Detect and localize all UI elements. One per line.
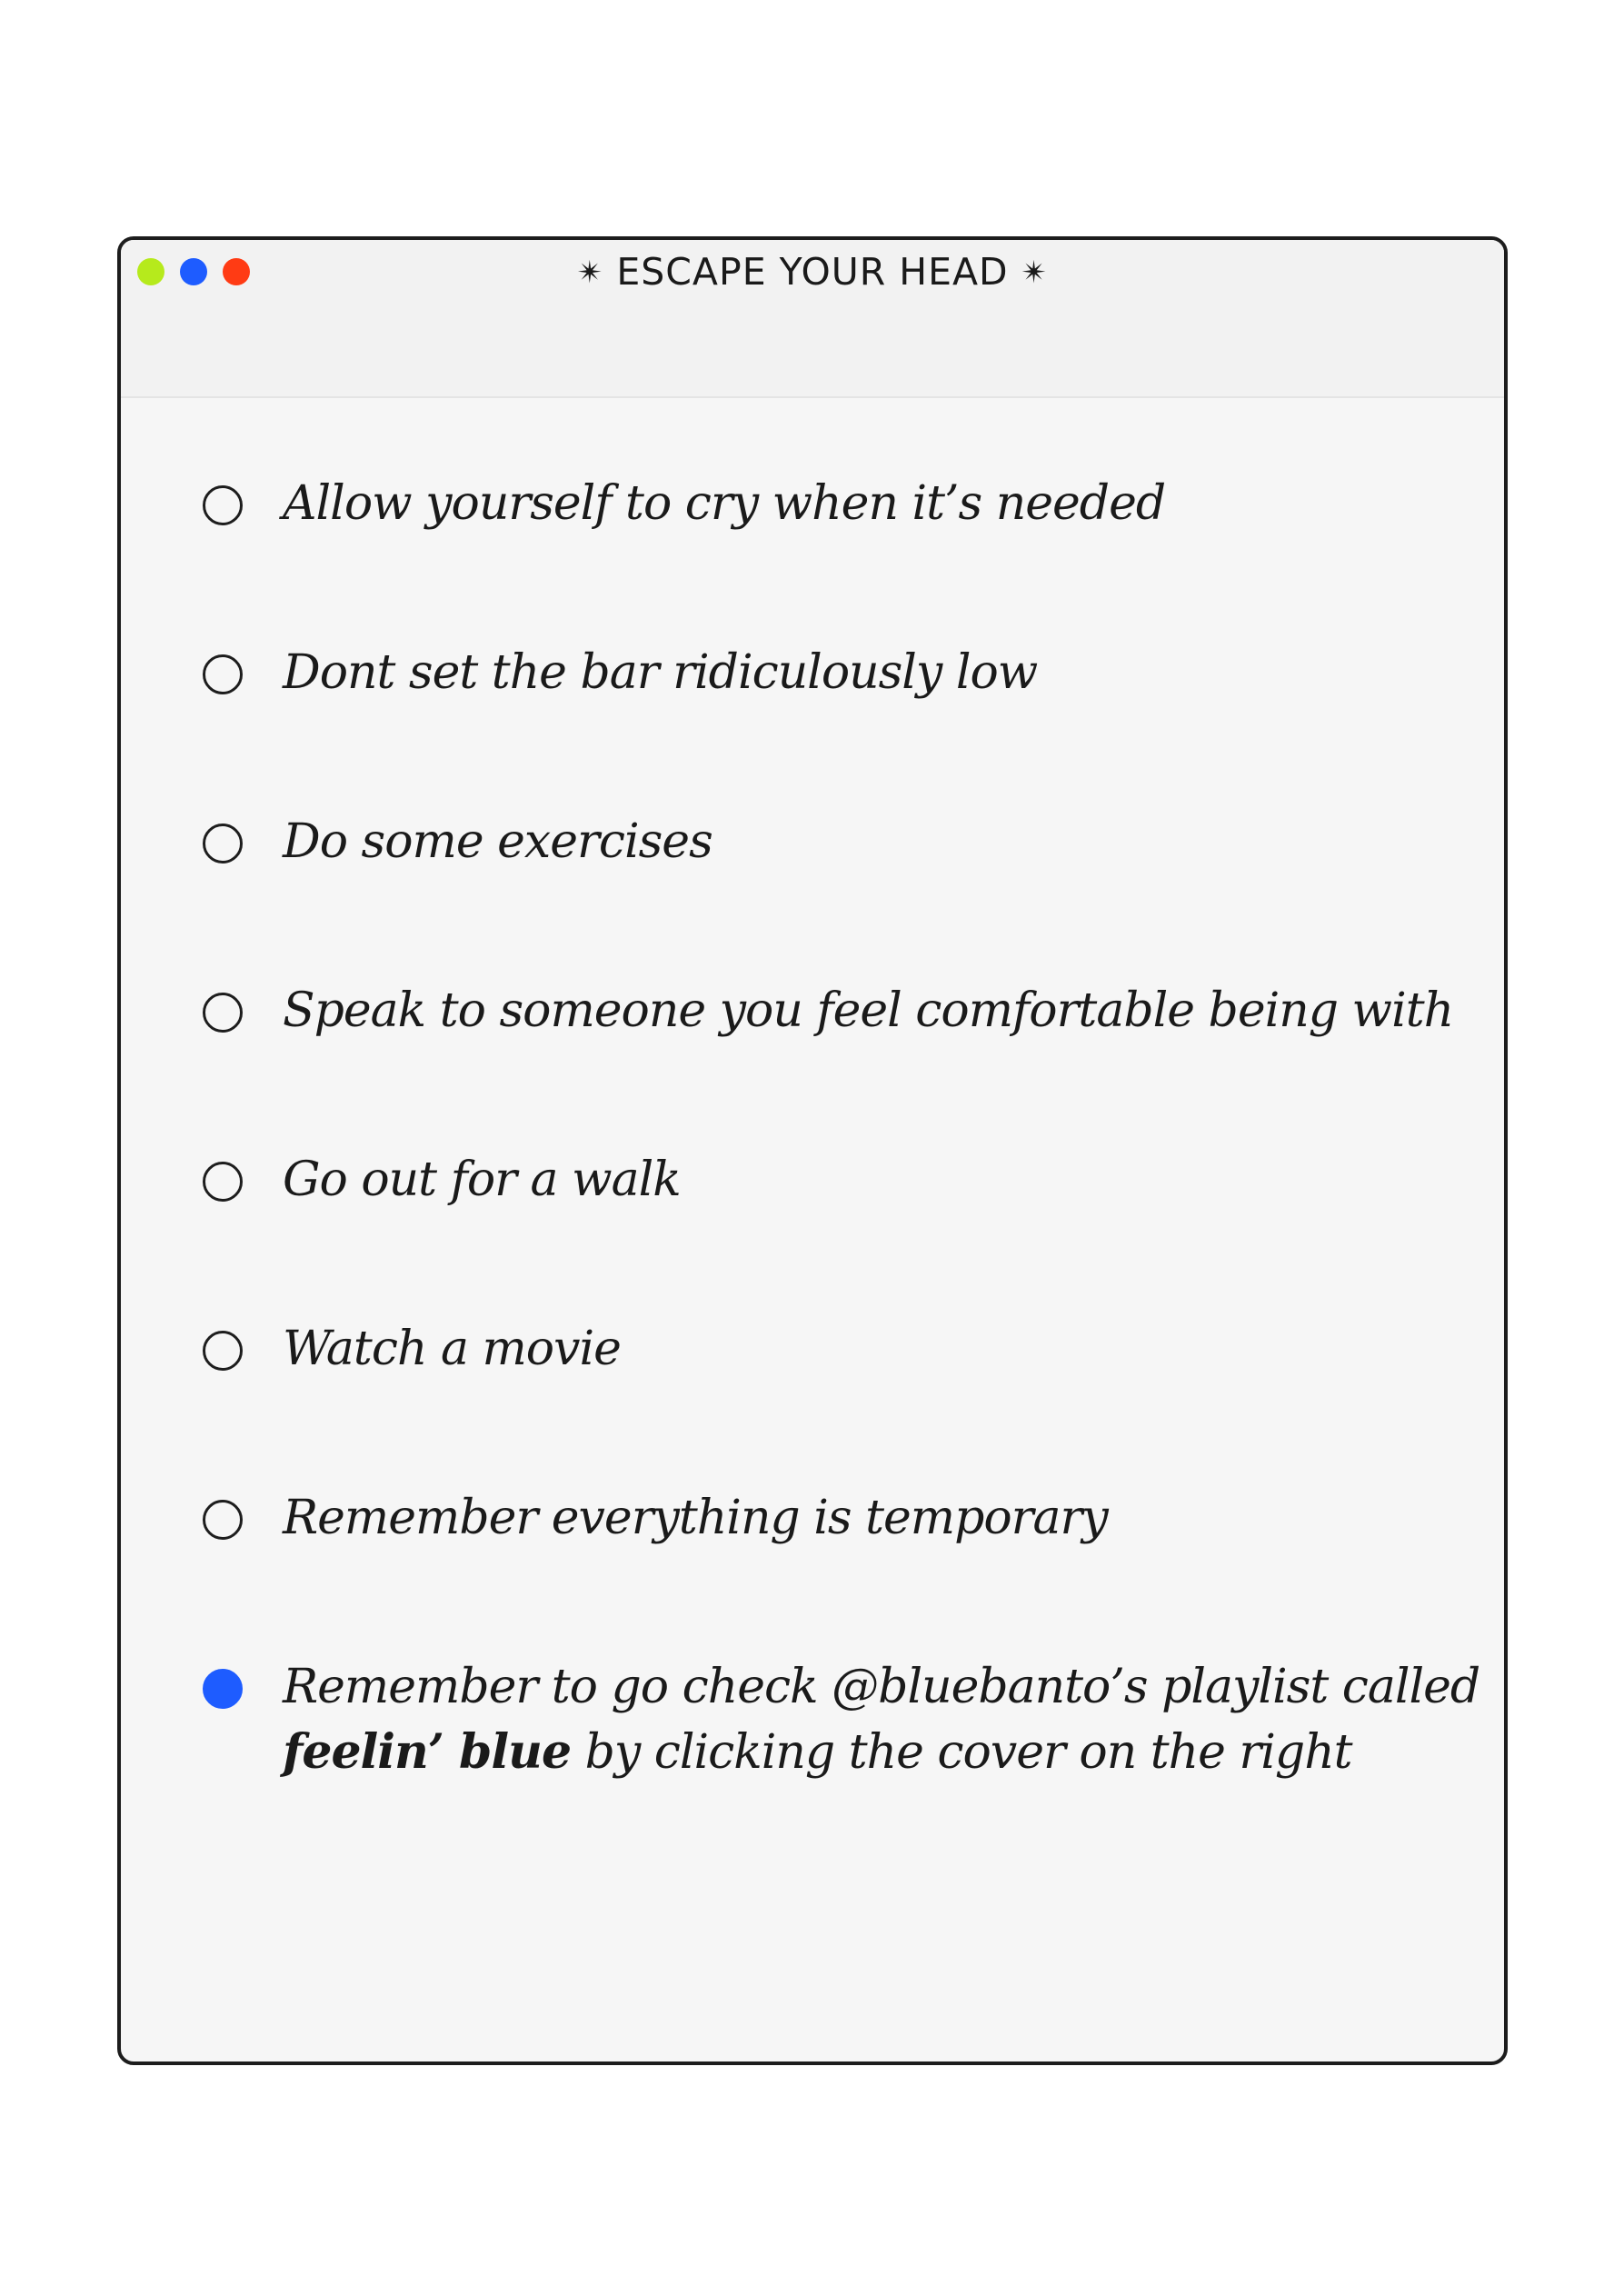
list-item[interactable]: Speak to someone you feel comfortable be… [203, 983, 1454, 1043]
item-label: Do some exercises [283, 814, 713, 869]
app-window: ✴ ESCAPE YOUR HEAD ✴ Allow yourself to c… [117, 236, 1508, 2065]
window-title: ✴ ESCAPE YOUR HEAD ✴ [121, 249, 1504, 295]
item-label: Go out for a walk [283, 1153, 682, 1207]
radio-button[interactable] [203, 654, 243, 694]
radio-button[interactable] [203, 1500, 243, 1540]
radio-button[interactable] [203, 1162, 243, 1202]
item-label-line1: Remember to go check @bluebanto’s playli… [283, 1660, 1480, 1714]
list-item[interactable]: Dont set the bar ridiculously low [203, 645, 1038, 705]
list-item[interactable]: Remember everything is temporary [203, 1491, 1109, 1551]
title-bar: ✴ ESCAPE YOUR HEAD ✴ [121, 240, 1504, 398]
item-label: Remember to go check @bluebanto’s playli… [283, 1654, 1480, 1785]
item-label: Watch a movie [283, 1322, 622, 1376]
list-item[interactable]: Watch a movie [203, 1322, 622, 1382]
list-item[interactable]: Allow yourself to cry when it’s needed [203, 476, 1166, 536]
item-label: Dont set the bar ridiculously low [283, 645, 1038, 700]
radio-button[interactable] [203, 1331, 243, 1371]
item-label-line2: by clicking the cover on the right [571, 1725, 1353, 1780]
star-left-icon: ✴ [576, 255, 604, 291]
item-label: Speak to someone you feel comfortable be… [283, 983, 1454, 1038]
radio-button-checked[interactable] [203, 1669, 243, 1709]
window-title-text: ESCAPE YOUR HEAD [616, 250, 1009, 294]
radio-button[interactable] [203, 485, 243, 525]
playlist-name[interactable]: feelin’ blue [283, 1724, 572, 1780]
list-item[interactable]: Go out for a walk [203, 1153, 682, 1213]
item-label: Remember everything is temporary [283, 1491, 1109, 1545]
list-item[interactable]: Do some exercises [203, 814, 713, 874]
radio-button[interactable] [203, 824, 243, 863]
list-item-playlist[interactable]: Remember to go check @bluebanto’s playli… [203, 1660, 1480, 1785]
star-right-icon: ✴ [1021, 255, 1049, 291]
radio-button[interactable] [203, 993, 243, 1033]
item-label: Allow yourself to cry when it’s needed [283, 476, 1166, 531]
